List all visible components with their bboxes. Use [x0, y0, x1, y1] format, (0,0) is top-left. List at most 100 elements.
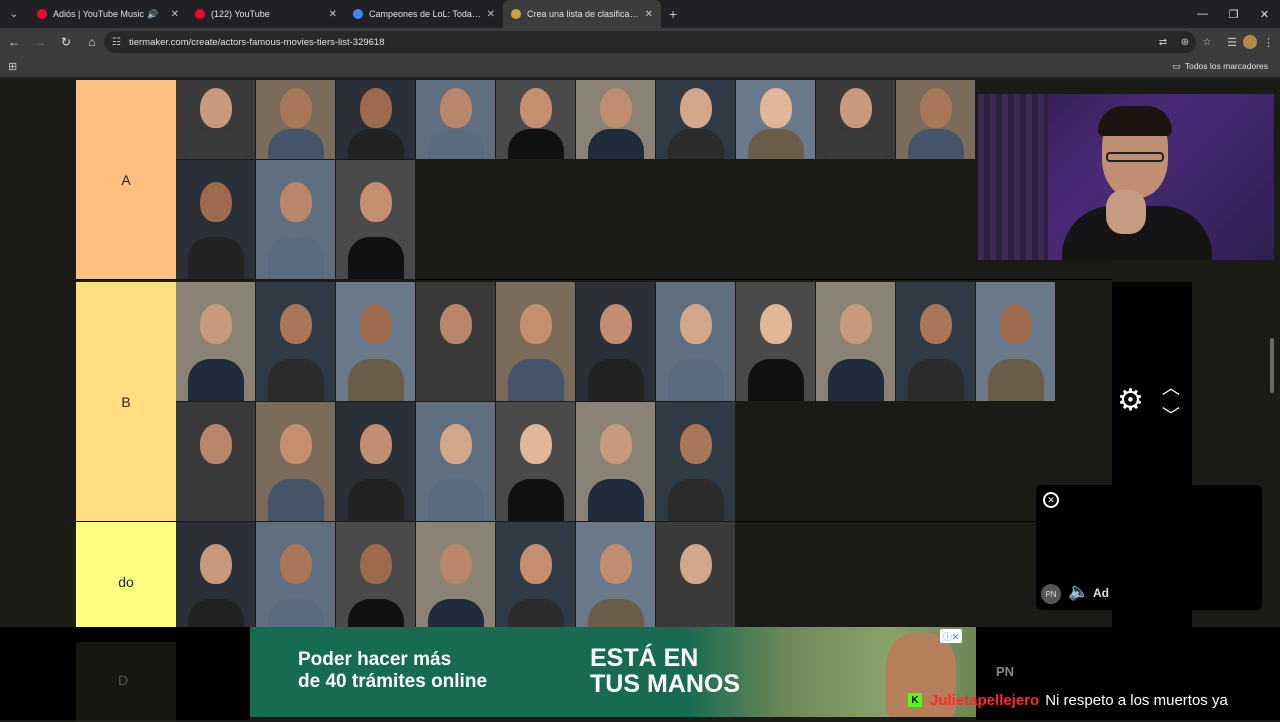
- actor-thumbnail[interactable]: [656, 80, 736, 160]
- actor-thumbnail[interactable]: [256, 160, 336, 280]
- avatar[interactable]: [1243, 35, 1257, 49]
- ad-banner[interactable]: ⓘ✕ Poder hacer más de 40 trámites online…: [250, 627, 976, 717]
- restore-button[interactable]: ❐: [1218, 0, 1249, 28]
- reading-list-icon[interactable]: ☰: [1227, 36, 1237, 49]
- actor-thumbnail[interactable]: [256, 402, 336, 522]
- zoom-icon[interactable]: ⊕: [1174, 37, 1196, 48]
- thumbnail-face: [200, 88, 232, 128]
- actor-thumbnail[interactable]: [176, 282, 256, 402]
- actor-thumbnail[interactable]: [896, 282, 976, 402]
- thumbnail-face: [360, 424, 392, 464]
- reload-button[interactable]: ↻: [54, 30, 78, 54]
- actor-thumbnail[interactable]: [176, 80, 256, 160]
- thumbnail-body: [348, 129, 404, 159]
- tier-items: [176, 282, 1056, 522]
- tier-d-label: D: [118, 672, 129, 688]
- thumbnail-body: [188, 129, 244, 159]
- reload-icon: ↻: [60, 35, 72, 49]
- thumbnail-body: [908, 359, 964, 401]
- apps-grid-icon[interactable]: ⊞: [8, 60, 17, 73]
- browser-tab[interactable]: Crea una lista de clasificación d ✕: [503, 0, 661, 28]
- back-button[interactable]: ←: [2, 30, 26, 54]
- thumbnail-body: [508, 479, 564, 521]
- chat-message: K Julietapellejero Ni respeto a los muer…: [908, 690, 1228, 710]
- browser-tab[interactable]: (122) YouTube ✕: [187, 0, 345, 28]
- actor-thumbnail[interactable]: [416, 282, 496, 402]
- actor-thumbnail[interactable]: [736, 80, 816, 160]
- close-icon[interactable]: ✕: [487, 9, 495, 20]
- close-icon[interactable]: ✕: [645, 9, 653, 20]
- actor-thumbnail[interactable]: [336, 402, 416, 522]
- actor-thumbnail[interactable]: [256, 80, 336, 160]
- actor-thumbnail[interactable]: [176, 522, 256, 642]
- actor-thumbnail[interactable]: [896, 80, 976, 160]
- actor-thumbnail[interactable]: [416, 522, 496, 642]
- actor-thumbnail[interactable]: [656, 522, 736, 642]
- actor-thumbnail[interactable]: [336, 160, 416, 280]
- chevron-down-icon[interactable]: ﹀: [1160, 402, 1182, 430]
- star-icon[interactable]: ☆: [1196, 37, 1218, 48]
- actor-thumbnail[interactable]: [736, 282, 816, 402]
- close-icon[interactable]: ✕: [171, 9, 179, 20]
- browser-tab[interactable]: Campeones de LoL: Todas las c ✕: [345, 0, 503, 28]
- tab-search-button[interactable]: ⌄: [3, 3, 25, 25]
- tier-label[interactable]: A: [76, 80, 176, 279]
- browser-tab[interactable]: Adiós | YouTube Music 🔊 ✕: [29, 0, 187, 28]
- actor-thumbnail[interactable]: [656, 402, 736, 522]
- actor-thumbnail[interactable]: [576, 522, 656, 642]
- all-bookmarks-button[interactable]: ▭ Todos los marcadores: [1172, 61, 1268, 72]
- actor-thumbnail[interactable]: [656, 282, 736, 402]
- close-icon[interactable]: ✕: [1043, 492, 1059, 508]
- translate-icon[interactable]: ⇄: [1152, 37, 1174, 48]
- thumbnail-face: [440, 544, 472, 584]
- actor-thumbnail[interactable]: [416, 402, 496, 522]
- tune-icon[interactable]: ☷: [112, 37, 121, 48]
- actor-thumbnail[interactable]: [176, 160, 256, 280]
- kebab-menu-icon[interactable]: ⋮: [1263, 36, 1274, 49]
- minimize-button[interactable]: —: [1187, 0, 1218, 28]
- actor-thumbnail[interactable]: [496, 522, 576, 642]
- address-bar[interactable]: ☷ tiermaker.com/create/actors-famous-mov…: [104, 31, 1196, 53]
- actor-thumbnail[interactable]: [256, 282, 336, 402]
- scrollbar-thumb[interactable]: [1270, 338, 1274, 393]
- tier-row: A: [76, 80, 1112, 280]
- info-icon[interactable]: ⓘ✕: [940, 629, 962, 643]
- actor-thumbnail[interactable]: [336, 282, 416, 402]
- tier-label[interactable]: B: [76, 282, 176, 521]
- chevron-up-icon[interactable]: ︿: [1160, 374, 1182, 402]
- thumbnail-body: [908, 129, 964, 159]
- speaker-icon[interactable]: 🔊: [147, 9, 158, 20]
- actor-thumbnail[interactable]: [336, 80, 416, 160]
- home-button[interactable]: ⌂: [80, 30, 104, 54]
- close-icon[interactable]: ✕: [329, 9, 337, 20]
- thumbnail-face: [920, 88, 952, 128]
- banner-mid-line1: ESTÁ EN: [590, 644, 699, 672]
- gear-icon[interactable]: ⚙: [1117, 383, 1144, 418]
- thumbnail-body: [508, 359, 564, 401]
- actor-thumbnail[interactable]: [256, 522, 336, 642]
- tier-label[interactable]: do: [76, 522, 176, 641]
- speaker-icon[interactable]: 🔈: [1068, 582, 1089, 602]
- actor-thumbnail[interactable]: [496, 282, 576, 402]
- thumbnail-face: [440, 424, 472, 464]
- actor-thumbnail[interactable]: [576, 80, 656, 160]
- actor-thumbnail[interactable]: [576, 282, 656, 402]
- actor-thumbnail[interactable]: [816, 282, 896, 402]
- actor-thumbnail[interactable]: [496, 402, 576, 522]
- thumbnail-body: [188, 479, 244, 521]
- actor-thumbnail[interactable]: [976, 282, 1056, 402]
- thumbnail-face: [600, 424, 632, 464]
- actor-thumbnail[interactable]: [416, 80, 496, 160]
- tab-favicon-icon: [195, 9, 205, 19]
- close-window-button[interactable]: ✕: [1249, 0, 1280, 28]
- actor-thumbnail[interactable]: [176, 402, 256, 522]
- thumbnail-body: [348, 479, 404, 521]
- actor-thumbnail[interactable]: [816, 80, 896, 160]
- actor-thumbnail[interactable]: [496, 80, 576, 160]
- forward-button[interactable]: →: [28, 30, 52, 54]
- actor-thumbnail[interactable]: [336, 522, 416, 642]
- thumbnail-body: [428, 479, 484, 521]
- thumbnail-body: [188, 237, 244, 279]
- actor-thumbnail[interactable]: [576, 402, 656, 522]
- new-tab-button[interactable]: +: [669, 6, 677, 22]
